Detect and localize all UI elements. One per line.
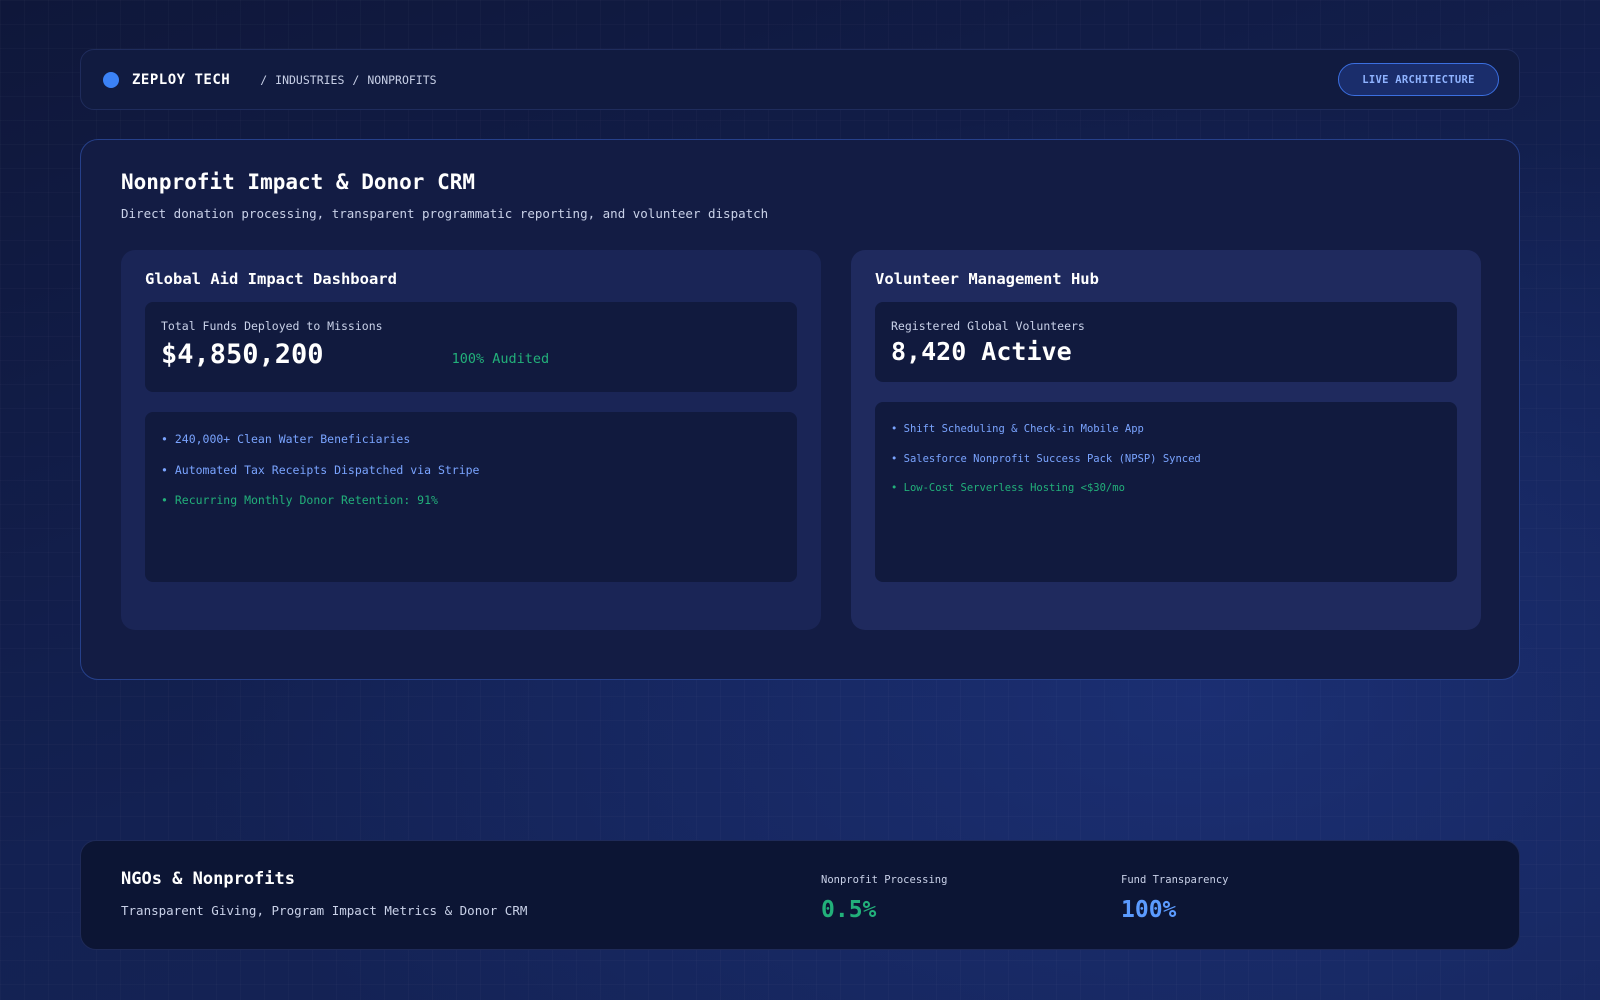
industry-title: NGOs & Nonprofits <box>121 869 295 889</box>
breadcrumb-separator: / <box>260 72 268 87</box>
breadcrumb-industries[interactable]: INDUSTRIES <box>275 73 344 87</box>
list-item: • 240,000+ Clean Water Beneficiaries <box>161 432 411 446</box>
list-item: • Salesforce Nonprofit Success Pack (NPS… <box>891 452 1201 465</box>
brand-logo-dot <box>103 71 119 88</box>
metric-label: Fund Transparency <box>1121 874 1229 886</box>
audited-badge: 100% Audited <box>451 351 550 367</box>
transparency-metric: Fund Transparency 100% <box>1121 874 1228 923</box>
breadcrumb-nonprofits[interactable]: NONPROFITS <box>367 73 436 87</box>
volunteers-stat-box: Registered Global Volunteers 8,420 Activ… <box>875 302 1457 382</box>
industry-subtitle: Transparent Giving, Program Impact Metri… <box>121 903 528 918</box>
list-item: • Recurring Monthly Donor Retention: 91% <box>161 493 438 507</box>
impact-highlights-list: • 240,000+ Clean Water Beneficiaries • A… <box>145 412 797 582</box>
industry-summary-card: NGOs & Nonprofits Transparent Giving, Pr… <box>80 840 1520 950</box>
volunteer-panel-title: Volunteer Management Hub <box>875 270 1099 288</box>
metric-value: 0.5% <box>821 897 877 923</box>
breadcrumb-separator: / <box>352 72 360 87</box>
funds-stat-label: Total Funds Deployed to Missions <box>161 319 383 333</box>
page-subtitle: Direct donation processing, transparent … <box>121 206 769 221</box>
volunteer-features-list: • Shift Scheduling & Check-in Mobile App… <box>875 402 1457 582</box>
processing-metric: Nonprofit Processing 0.5% <box>821 874 947 923</box>
funds-stat-box: Total Funds Deployed to Missions $4,850,… <box>145 302 797 392</box>
live-architecture-button[interactable]: LIVE ARCHITECTURE <box>1338 63 1499 96</box>
page-title: Nonprofit Impact & Donor CRM <box>121 170 476 194</box>
volunteer-hub-panel: Volunteer Management Hub Registered Glob… <box>851 250 1481 630</box>
list-item: • Shift Scheduling & Check-in Mobile App <box>891 423 1144 435</box>
volunteers-stat-label: Registered Global Volunteers <box>891 319 1085 333</box>
list-item: • Low-Cost Serverless Hosting <$30/mo <box>891 482 1125 494</box>
metric-value: 100% <box>1121 897 1177 923</box>
metric-label: Nonprofit Processing <box>821 874 948 886</box>
brand-name[interactable]: ZEPLOY TECH <box>132 72 230 88</box>
main-overview-card: Nonprofit Impact & Donor CRM Direct dona… <box>80 139 1520 680</box>
top-navigation-bar: ZEPLOY TECH / INDUSTRIES / NONPROFITS LI… <box>80 49 1520 110</box>
list-item: • Automated Tax Receipts Dispatched via … <box>161 462 480 477</box>
impact-dashboard-panel: Global Aid Impact Dashboard Total Funds … <box>121 250 821 630</box>
funds-stat-value: $4,850,200 <box>161 339 324 370</box>
volunteers-stat-value: 8,420 Active <box>891 337 1072 366</box>
impact-panel-title: Global Aid Impact Dashboard <box>145 270 397 288</box>
breadcrumb: / INDUSTRIES / NONPROFITS <box>260 73 436 87</box>
